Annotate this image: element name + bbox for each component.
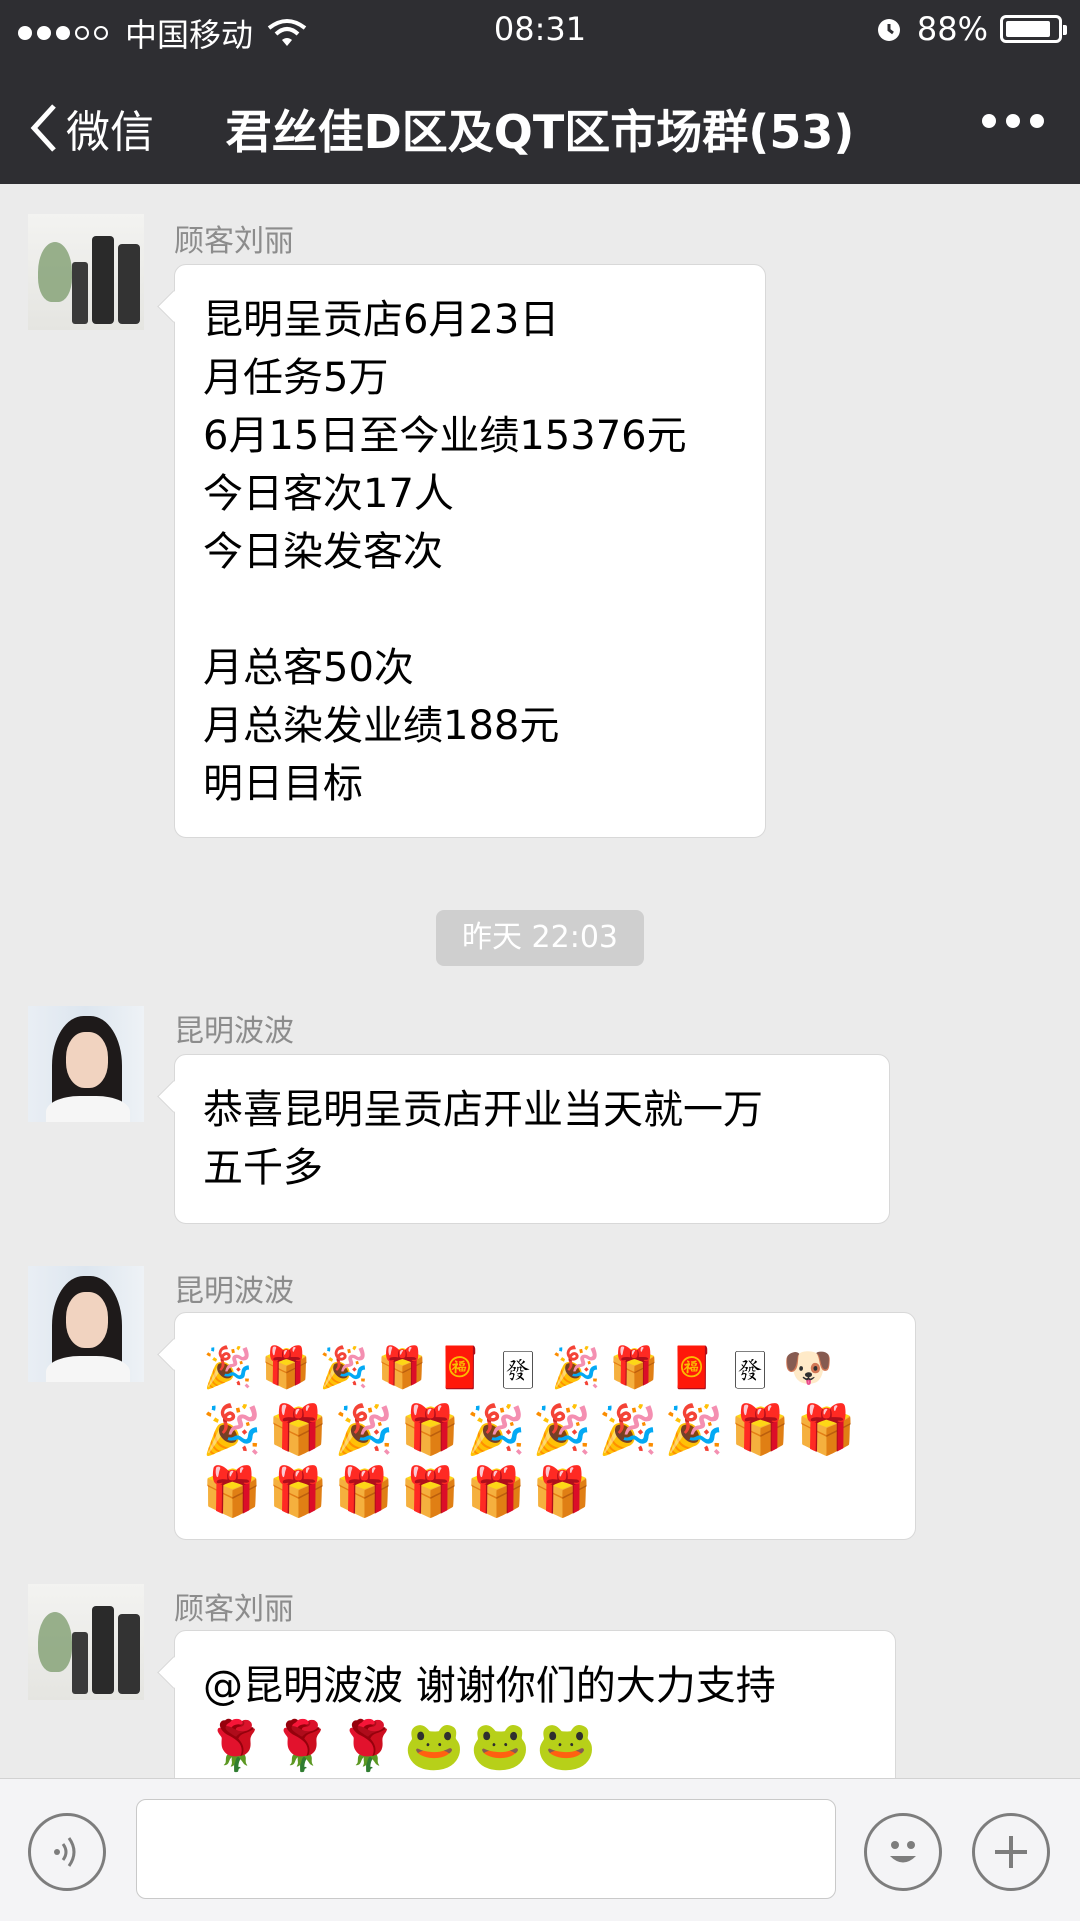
plus-button[interactable] [972, 1813, 1050, 1891]
alarm-clock-icon [877, 19, 900, 41]
nav-bar: 微信 君丝佳D区及QT区市场群(53) [0, 70, 1080, 174]
more-icon[interactable] [972, 114, 1044, 128]
message-line: 月总客50次 [203, 645, 414, 691]
emoji-row: 🎁 🎁 🎁 🎁 🎁 🎁 [199, 1461, 891, 1523]
gift-icon: 🎁 [400, 1464, 460, 1520]
dog-face-icon: 🐶 [783, 1345, 833, 1391]
party-popper-icon: 🎉 [551, 1345, 601, 1391]
gift-icon: 🎁 [730, 1402, 790, 1458]
gift-icon: 🎁 [268, 1464, 328, 1520]
battery-icon [1000, 15, 1067, 43]
sender-name: 昆明波波 [174, 1014, 294, 1049]
voice-button[interactable] [28, 1813, 106, 1891]
avatar[interactable] [28, 1006, 144, 1122]
rose-icon: 🌹 [206, 1718, 266, 1774]
gift-icon: 🎁 [796, 1402, 856, 1458]
frog-icon: 🐸 [404, 1718, 464, 1774]
battery-percent: 88% [916, 10, 988, 48]
header: 中国移动 08:31 88% 微信 君丝佳D区及QT区市场群(53) [0, 0, 1080, 184]
avatar[interactable] [28, 214, 144, 330]
message-line [203, 581, 737, 639]
message-line: 月总染发业绩188元 [203, 703, 560, 749]
message-line: @昆明波波 谢谢你们的大力支持 [203, 1663, 776, 1709]
emoji-row: 🎉 🎁 🎉 🎁 🎉 🎉 🎉 🎉 🎁 🎁 [199, 1399, 891, 1461]
sender-name: 昆明波波 [174, 1274, 294, 1309]
battery-fill [1006, 21, 1050, 37]
party-popper-icon: 🎉 [664, 1402, 724, 1458]
mahjong-fa-icon: 🀅 [734, 1345, 766, 1391]
party-popper-icon: 🎉 [202, 1402, 262, 1458]
emoji-row: 🎉 🎁 🎉 🎁 🧧 🀅 🎉 🎁 🧧 🀅 🐶 [199, 1337, 891, 1399]
party-popper-icon: 🎉 [598, 1402, 658, 1458]
message-line: 月任务5万 [203, 355, 389, 401]
status-bar: 中国移动 08:31 88% [0, 0, 1080, 58]
message-line: 恭喜昆明呈贡店开业当天就一万 [203, 1087, 763, 1133]
party-popper-icon: 🎉 [203, 1345, 253, 1391]
sender-name: 顾客刘丽 [174, 1592, 294, 1627]
gift-icon: 🎁 [261, 1345, 311, 1391]
gift-icon: 🎁 [334, 1464, 394, 1520]
message-input[interactable] [136, 1799, 836, 1899]
frog-icon: 🐸 [536, 1718, 596, 1774]
timestamp: 昨天 22:03 [436, 910, 644, 966]
party-popper-icon: 🎉 [466, 1402, 526, 1458]
message-line: 五千多 [203, 1145, 323, 1191]
sender-name: 顾客刘丽 [174, 224, 294, 259]
chat-title: 君丝佳D区及QT区市场群(53) [225, 105, 855, 159]
red-envelope-icon: 🧧 [667, 1345, 717, 1391]
message-line: 昆明呈贡店6月23日 [203, 297, 560, 343]
gift-icon: 🎁 [609, 1345, 659, 1391]
message-line: 明日目标 [203, 761, 363, 807]
message-bubble[interactable]: 恭喜昆明呈贡店开业当天就一万 五千多 [174, 1054, 890, 1224]
gift-icon: 🎁 [400, 1402, 460, 1458]
status-right: 88% [875, 10, 1067, 48]
message-line: 6月15日至今业绩15376元 [203, 413, 687, 459]
red-envelope-icon: 🧧 [435, 1345, 485, 1391]
gift-icon: 🎁 [466, 1464, 526, 1520]
party-popper-icon: 🎉 [319, 1345, 369, 1391]
rose-icon: 🌹 [272, 1718, 332, 1774]
emoji-button[interactable] [864, 1813, 942, 1891]
message-bubble[interactable]: 🎉 🎁 🎉 🎁 🧧 🀅 🎉 🎁 🧧 🀅 🐶 🎉 🎁 🎉 🎁 🎉 🎉 🎉 🎉 🎁 🎁 🎁 🎁 🎁 🎁 🎁 🎁 [174, 1312, 916, 1540]
gift-icon: 🎁 [202, 1464, 262, 1520]
input-bar [0, 1778, 1080, 1921]
mahjong-fa-icon: 🀅 [502, 1345, 534, 1391]
plus-icon [995, 1836, 1027, 1868]
message-line: 今日客次17人 [203, 471, 454, 517]
avatar[interactable] [28, 1266, 144, 1382]
gift-icon: 🎁 [377, 1345, 427, 1391]
message-bubble[interactable]: 昆明呈贡店6月23日 月任务5万 6月15日至今业绩15376元 今日客次17人… [174, 264, 766, 838]
message-line: 今日染发客次 [203, 529, 443, 575]
emoji-icon [890, 1841, 916, 1863]
party-popper-icon: 🎉 [334, 1402, 394, 1458]
party-popper-icon: 🎉 [532, 1402, 592, 1458]
gift-icon: 🎁 [532, 1464, 592, 1520]
emoji-row: 🌹 🌹 🌹 🐸 🐸 🐸 [203, 1715, 867, 1777]
avatar[interactable] [28, 1584, 144, 1700]
rose-icon: 🌹 [338, 1718, 398, 1774]
voice-icon [54, 1837, 76, 1867]
frog-icon: 🐸 [470, 1718, 530, 1774]
gift-icon: 🎁 [268, 1402, 328, 1458]
